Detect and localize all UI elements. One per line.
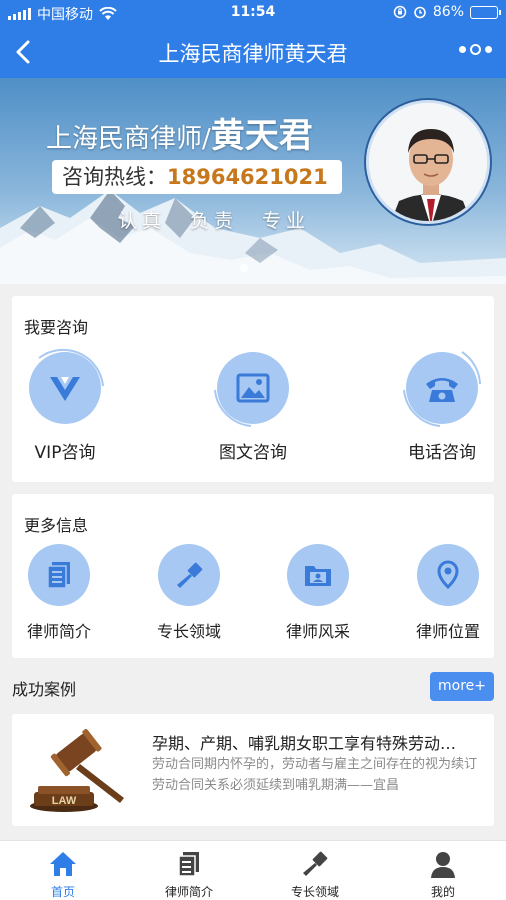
case-list-item[interactable]: LAW 孕期、产期、哺乳期女职工享有特殊劳动… 劳动合同期内怀孕的，劳动者与雇主… — [12, 714, 494, 826]
success-cases-header: 成功案例 more+ — [12, 670, 494, 704]
consult-title: 我要咨询 — [24, 318, 89, 337]
more-info-card: 更多信息 律师简介 专长领域 律师风采 律师位置 — [12, 494, 494, 658]
battery-percent: 86% — [432, 4, 464, 20]
document-icon — [178, 852, 199, 877]
lawyer-profile-button[interactable] — [28, 544, 90, 606]
page-title: 上海民商律师黄天君 — [158, 42, 348, 66]
vip-icon — [50, 377, 80, 401]
alarm-icon — [414, 6, 426, 19]
success-cases-title: 成功案例 — [12, 680, 77, 699]
headline-name: 黄天君 — [210, 116, 313, 156]
lawyer-avatar — [366, 100, 490, 224]
gavel-icon — [303, 851, 328, 876]
nav-bar: 上海民商律师黄天君 — [0, 26, 506, 78]
status-right: 86% — [393, 4, 501, 20]
headline-prefix: 上海民商律师/ — [46, 124, 211, 154]
more-dots-icon[interactable] — [459, 44, 492, 55]
lawyer-gallery-label: 律师风采 — [285, 622, 350, 641]
banner-headline: 上海民商律师/黄天君 — [46, 108, 313, 157]
lawyer-gallery-button[interactable] — [287, 544, 349, 606]
image-consult-label: 图文咨询 — [219, 443, 287, 463]
banner-motto: 认真 负责 专业 — [118, 210, 311, 232]
expertise-label: 专长领域 — [156, 622, 221, 641]
battery-icon — [470, 5, 501, 19]
lawyer-location-button[interactable] — [417, 544, 479, 606]
tab-home[interactable]: 首页 — [0, 841, 126, 900]
tab-expertise-label: 专长领域 — [290, 885, 339, 899]
image-consult-button[interactable] — [214, 352, 289, 427]
document-icon — [47, 562, 70, 589]
home-icon — [50, 852, 76, 876]
more-info-title: 更多信息 — [24, 516, 89, 535]
consult-card: 我要咨询 VIP咨询 图文咨询 电话咨询 — [12, 296, 494, 482]
phone-icon — [426, 378, 458, 402]
phone-consult-label: 电话咨询 — [408, 443, 476, 463]
expertise-button[interactable] — [158, 544, 220, 606]
user-icon — [431, 852, 455, 878]
hotline-number[interactable]: 18964621021 — [167, 165, 328, 189]
law-gavel-thumbnail: LAW — [24, 724, 144, 816]
lawyer-profile-label: 律师简介 — [26, 622, 91, 641]
tab-mine[interactable]: 我的 — [380, 841, 506, 900]
hotline-label: 咨询热线： — [62, 165, 167, 189]
status-bar: 中国移动 11:54 86% — [0, 0, 506, 26]
tab-expertise[interactable]: 专长领域 — [252, 841, 378, 900]
folder-profile-icon — [305, 566, 331, 586]
hero-banner: 上海民商律师/黄天君 咨询热线：18964621021 认真 负责 专业 — [0, 78, 506, 284]
vip-consult-label: VIP咨询 — [34, 443, 96, 463]
location-pin-icon — [437, 560, 459, 590]
carousel-indicator[interactable] — [240, 264, 248, 272]
vip-consult-button[interactable] — [29, 348, 104, 424]
phone-consult-button[interactable] — [403, 351, 481, 427]
tab-home-label: 首页 — [50, 885, 75, 899]
bottom-tab-bar: 首页 律师简介 专长领域 我的 — [0, 840, 506, 900]
lawyer-location-label: 律师位置 — [415, 622, 480, 641]
tab-mine-label: 我的 — [430, 885, 455, 899]
image-icon — [236, 373, 270, 403]
tab-lawyer-profile-label: 律师简介 — [164, 885, 213, 899]
rotation-lock-icon — [393, 5, 407, 19]
tab-lawyer-profile[interactable]: 律师简介 — [126, 841, 252, 900]
case-title[interactable]: 孕期、产期、哺乳期女职工享有特殊劳动… — [152, 730, 484, 754]
gavel-icon — [177, 562, 203, 588]
more-cases-button[interactable]: more+ — [430, 672, 494, 701]
law-text: LAW — [52, 795, 77, 807]
hotline-box[interactable]: 咨询热线：18964621021 — [52, 160, 342, 194]
case-description: 劳动合同期内怀孕的，劳动者与雇主之间存在的视为续订劳动合同关系必须延续到哺乳期满… — [152, 757, 478, 793]
